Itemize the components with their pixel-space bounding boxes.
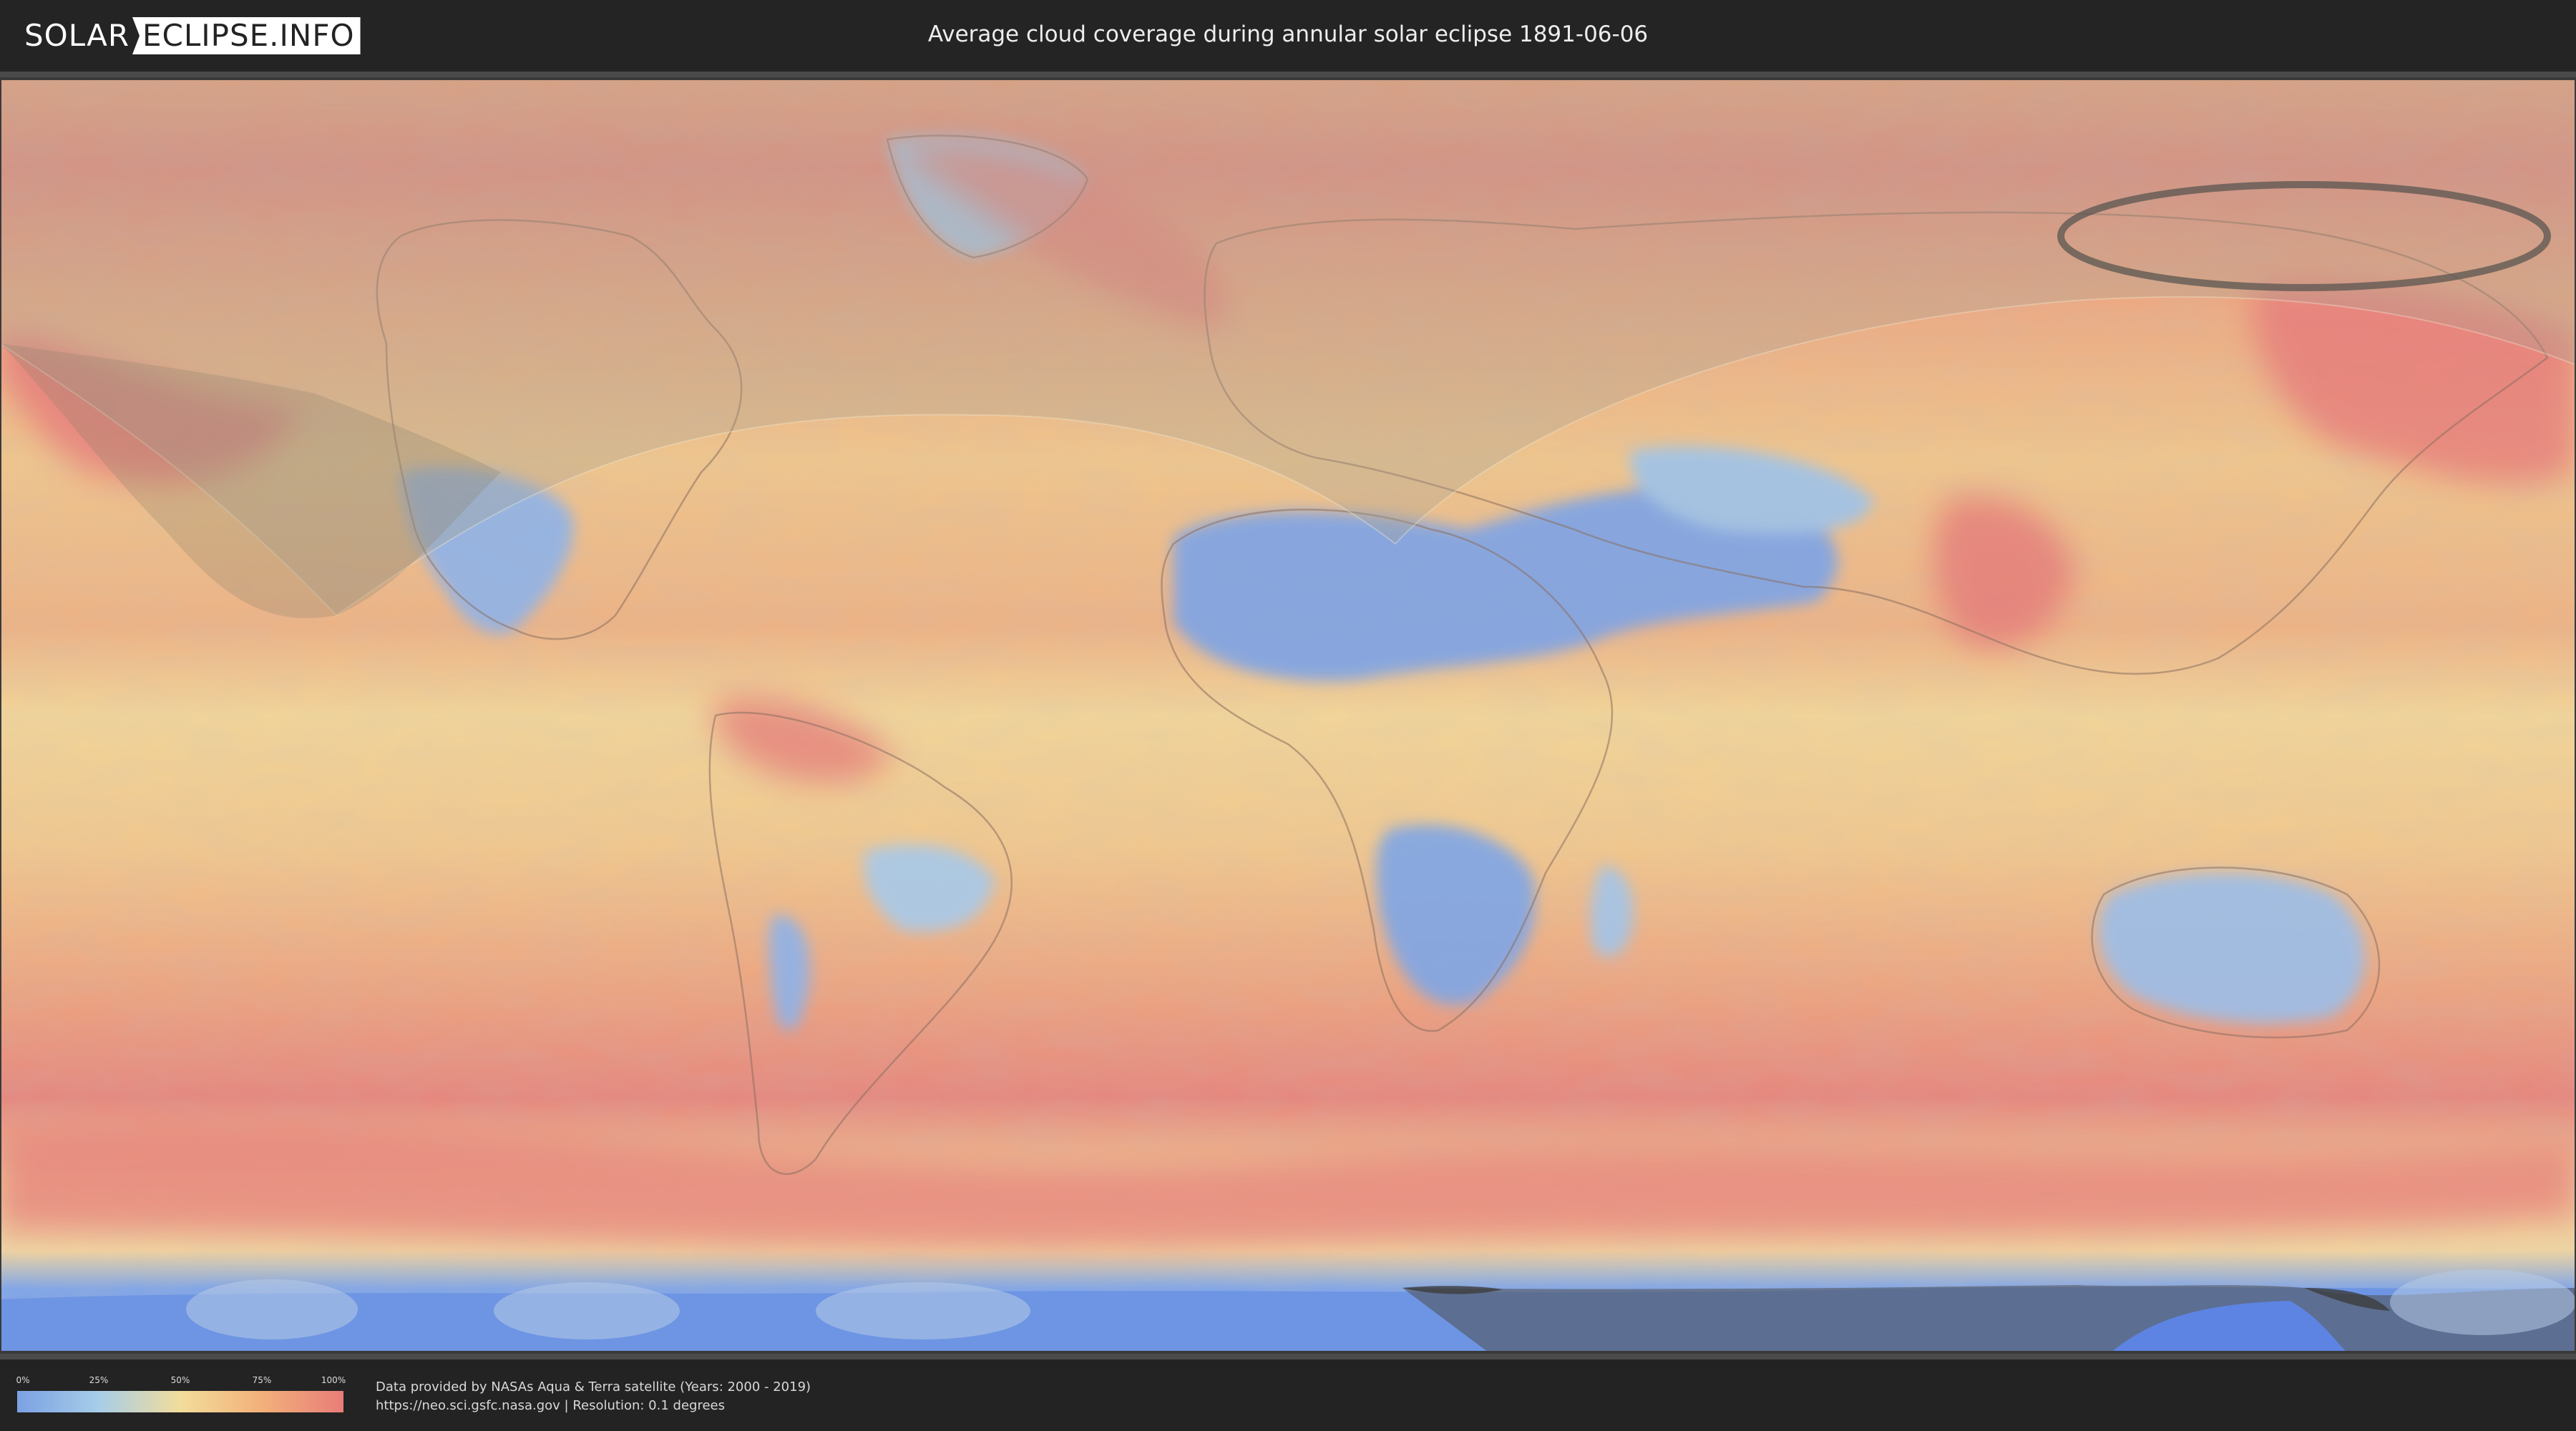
legend-tick-50: 50% bbox=[170, 1375, 190, 1385]
header-bar: SOLAR ECLIPSE.INFO Average cloud coverag… bbox=[0, 0, 2576, 72]
legend-tick-25: 25% bbox=[89, 1375, 109, 1385]
page-title: Average cloud coverage during annular so… bbox=[927, 21, 1649, 47]
legend-color-bar bbox=[17, 1391, 343, 1412]
data-credits: Data provided by NASAs Aqua & Terra sate… bbox=[376, 1378, 811, 1415]
legend-tick-75: 75% bbox=[252, 1375, 272, 1385]
cloud-coverage-map[interactable] bbox=[0, 72, 2576, 1359]
credits-url-resolution: https://neo.sci.gsfc.nasa.gov | Resoluti… bbox=[376, 1398, 725, 1413]
legend-tick-0: 0% bbox=[16, 1375, 30, 1385]
credits-source: Data provided by NASAs Aqua & Terra sate… bbox=[376, 1379, 811, 1395]
legend-tick-100: 100% bbox=[321, 1375, 346, 1385]
